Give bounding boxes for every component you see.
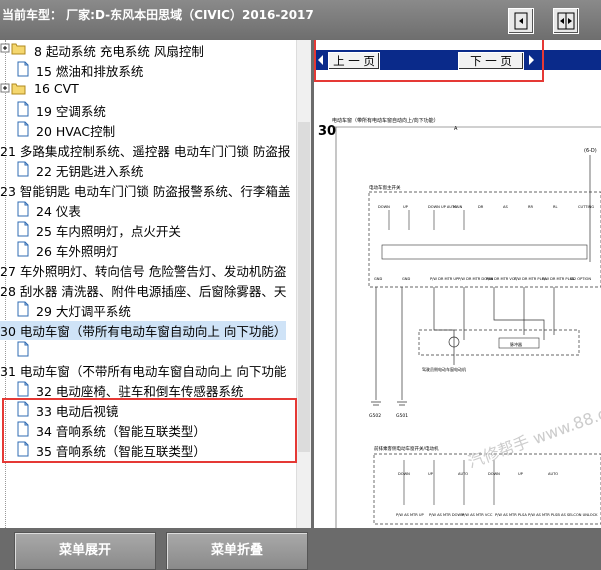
- ground-label-1: G502: [369, 413, 381, 419]
- watermark: 汽修帮手 www.88.com QQ:2016: [465, 369, 601, 472]
- tree-scrollbar[interactable]: [296, 40, 311, 528]
- tree-item-label: 24 仪表: [36, 204, 81, 219]
- tree-item-label: 26 车外照明灯: [36, 244, 119, 259]
- tree-item-label: 29 大灯调平系统: [36, 304, 131, 319]
- wiring-diagram: 30 电动车窗（带所有电动车窗自动向上/向下功能） A (6-D) 电动车窗主开…: [318, 117, 601, 528]
- folder-icon: [0, 41, 26, 58]
- terminal-label: P/W DR MTR UP: [430, 277, 459, 281]
- tree-item-label: 22 无钥匙进入系统: [36, 164, 144, 179]
- document-icon: [16, 161, 30, 180]
- document-icon: [16, 61, 30, 80]
- selection-highlight-box: [2, 398, 297, 463]
- footer-bar: 菜单展开 菜单折叠: [0, 528, 601, 570]
- title-bar: 当前车型： 厂家:D-东风本田思域（CIVIC）2016-2017: [0, 0, 601, 40]
- collapse-menu-button[interactable]: 菜单折叠: [166, 532, 308, 570]
- terminal-label: P/W AS MTR PLSA: [495, 513, 527, 517]
- terminal-label: AUTO: [458, 472, 468, 476]
- terminal-label: UP: [428, 472, 434, 476]
- document-icon: [16, 101, 30, 120]
- terminal-label: AS: [503, 205, 508, 209]
- single-page-icon: [514, 12, 528, 30]
- scrollbar-thumb[interactable]: [298, 122, 310, 452]
- tree-item-label: 15 燃油和排放系统: [36, 64, 144, 79]
- document-icon: [16, 301, 30, 320]
- terminal-label: UP: [518, 472, 524, 476]
- pulser-label: 脉冲器: [510, 341, 522, 347]
- terminal-label: AS SELCON UNLOCK: [561, 513, 598, 517]
- terminal-label: GND: [374, 277, 382, 281]
- tree-item-label: 28 刮水器 清洗器、附件电源插座、后窗除雾器、天: [0, 284, 287, 299]
- terminal-label: CUTTING: [578, 205, 594, 209]
- master-switch-label: 电动车窗主开关: [369, 184, 401, 191]
- terminal-label: RR: [528, 205, 533, 209]
- tree-item-label: 16 CVT: [34, 81, 79, 96]
- document-icon: [16, 341, 30, 360]
- split-view-button[interactable]: [553, 8, 579, 34]
- terminal-label: GND: [402, 277, 410, 281]
- tree-item-label: 25 车内照明灯，点火开关: [36, 224, 181, 239]
- passenger-switch-label: 前排乘客侧电动车窗开关/电动机: [374, 445, 439, 452]
- master-switch-pins: GND GND P/W DR MTR UP P/W DR MTR DOWNP/W DR…: [374, 277, 591, 281]
- tree-item-label: 20 HVAC控制: [36, 124, 116, 139]
- document-icon: [16, 121, 30, 140]
- current-model-title: 当前车型： 厂家:D-东风本田思域（CIVIC）2016-2017: [2, 8, 314, 22]
- nav-highlight-box: [314, 40, 544, 82]
- tree-item-label: 8 起动系统 充电系统 风扇控制: [34, 44, 204, 59]
- terminal-label: DR: [478, 205, 484, 209]
- tree-item-label: 30 电动车窗（带所有电动车窗自动向上 向下功能）: [0, 321, 287, 340]
- terminal-label: P/W AS MTR UP: [396, 513, 425, 517]
- terminal-label: MAIN: [453, 205, 463, 209]
- terminal-label: P/W AS MTR DOWN: [429, 513, 464, 517]
- tree-item-label: 19 空调系统: [36, 104, 106, 119]
- diagram-title: 电动车窗（带所有电动车窗自动向上/向下功能）: [332, 117, 439, 124]
- document-icon: [16, 221, 30, 240]
- terminal-label: P/W AS MTR PLSB: [528, 513, 560, 517]
- diagram-page-number: 30: [318, 124, 336, 139]
- master-switch-terminals: DOWN UP DOWN UP AUTOMAIN DR AS RR RL CUTTING: [378, 205, 594, 209]
- expand-menu-button[interactable]: 菜单展开: [14, 532, 156, 570]
- driver-motor-label: 驾驶员侧电动车窗电动机: [422, 366, 466, 372]
- document-icon: [16, 241, 30, 260]
- split-view-icon: [557, 12, 575, 30]
- terminal-label: RL: [553, 205, 558, 209]
- single-page-view-button[interactable]: [508, 8, 534, 34]
- tree-item-label: 23 智能钥匙 电动车门门锁 防盗报警系统、行李箱盖: [0, 184, 291, 199]
- fuse-label: (6-D): [584, 148, 597, 154]
- tree-item-label: 21 多路集成控制系统、遥控器 电动车门门锁 防盗报: [0, 144, 291, 159]
- terminal-label: DOWN: [378, 205, 390, 209]
- terminal-label: P/W AS MTR VCC: [462, 513, 493, 517]
- terminal-label: UP: [403, 205, 409, 209]
- diagram-panel: 上 一 页 下 一 页 30 电动车窗（带所有电动车窗自动向上/向下功能） A …: [314, 40, 601, 528]
- tree-item-label: 31 电动车窗（不带所有电动车窗自动向上 向下功能: [0, 364, 287, 379]
- terminal-label: AUTO: [548, 472, 558, 476]
- terminal-label: IG2 OPTION: [570, 277, 591, 281]
- document-icon: [16, 201, 30, 220]
- folder-icon: [0, 81, 26, 98]
- tree-item-label: 27 车外照明灯、转向信号 危险警告灯、发动机防盗: [0, 264, 287, 279]
- passenger-switch-pins: P/W AS MTR UP P/W AS MTR DOWNP/W AS MTR V…: [396, 513, 598, 517]
- terminal-label: P/W DR MTR VCC: [486, 277, 517, 281]
- passenger-switch-terminals: DOWNUPAUTODOWNUPAUTO: [398, 472, 558, 476]
- ground-label-2: G501: [396, 413, 408, 419]
